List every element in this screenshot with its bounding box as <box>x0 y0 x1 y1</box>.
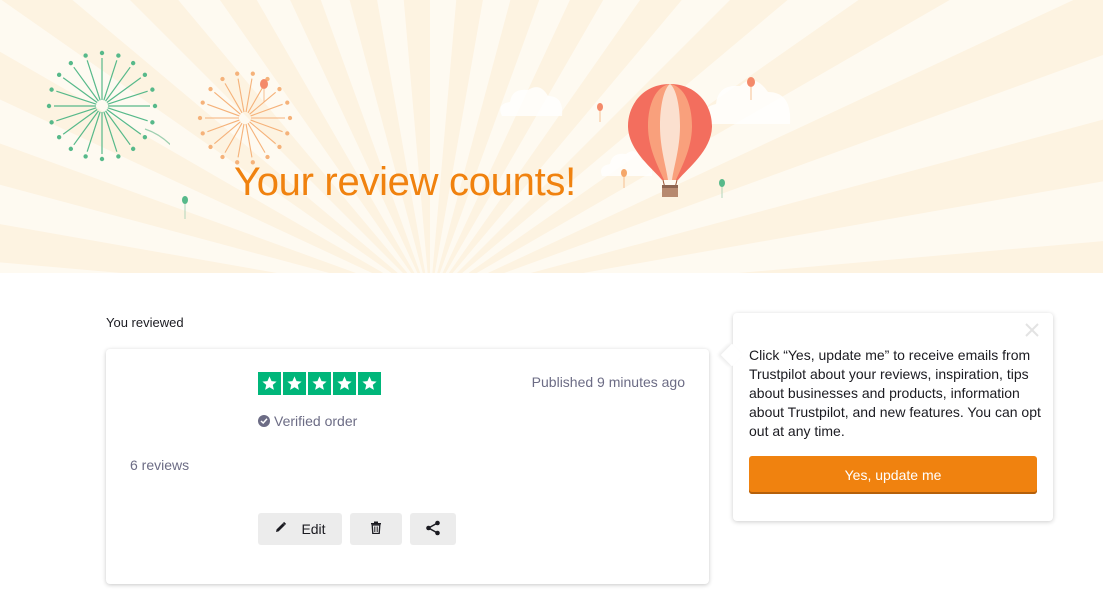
star-icon <box>258 372 281 395</box>
popover-arrow <box>720 343 744 367</box>
edit-label: Edit <box>301 521 326 537</box>
balloon-icon <box>747 77 755 100</box>
delete-button[interactable] <box>350 513 402 545</box>
page-title: Your review counts! <box>234 160 576 204</box>
business-reviews-count: 6 reviews <box>130 457 190 473</box>
balloon-icon <box>182 196 188 219</box>
verified-label: Verified order <box>274 413 358 429</box>
email-optin-popover: Click “Yes, update me” to receive emails… <box>720 313 1053 521</box>
popover-message: Click “Yes, update me” to receive emails… <box>749 347 1041 439</box>
hero-banner: Your review counts! <box>0 0 1103 273</box>
firework-icon <box>46 50 170 162</box>
published-date: Published 9 minutes ago <box>531 374 685 390</box>
close-button[interactable] <box>1023 322 1041 343</box>
pencil-icon <box>274 521 287 537</box>
trash-icon <box>370 521 382 537</box>
check-circle-icon <box>258 415 270 427</box>
star-icon <box>308 372 331 395</box>
star-icon <box>283 372 306 395</box>
hot-air-balloon-icon <box>628 84 712 197</box>
section-label: You reviewed <box>106 315 184 330</box>
review-actions: Edit <box>258 513 456 545</box>
share-button[interactable] <box>410 513 456 545</box>
cloud-icon <box>500 87 563 116</box>
yes-update-me-button[interactable]: Yes, update me <box>749 456 1037 494</box>
star-icon <box>358 372 381 395</box>
star-icon <box>333 372 356 395</box>
close-icon <box>1024 322 1040 343</box>
balloon-icon <box>719 179 725 198</box>
balloon-icon <box>597 103 603 122</box>
verified-badge: Verified order <box>258 413 357 429</box>
star-rating <box>258 372 381 395</box>
review-card: 6 reviews Published 9 minutes ago Verifi… <box>106 349 709 584</box>
edit-button[interactable]: Edit <box>258 513 342 545</box>
balloon-icon <box>260 79 268 102</box>
share-icon <box>425 520 441 539</box>
